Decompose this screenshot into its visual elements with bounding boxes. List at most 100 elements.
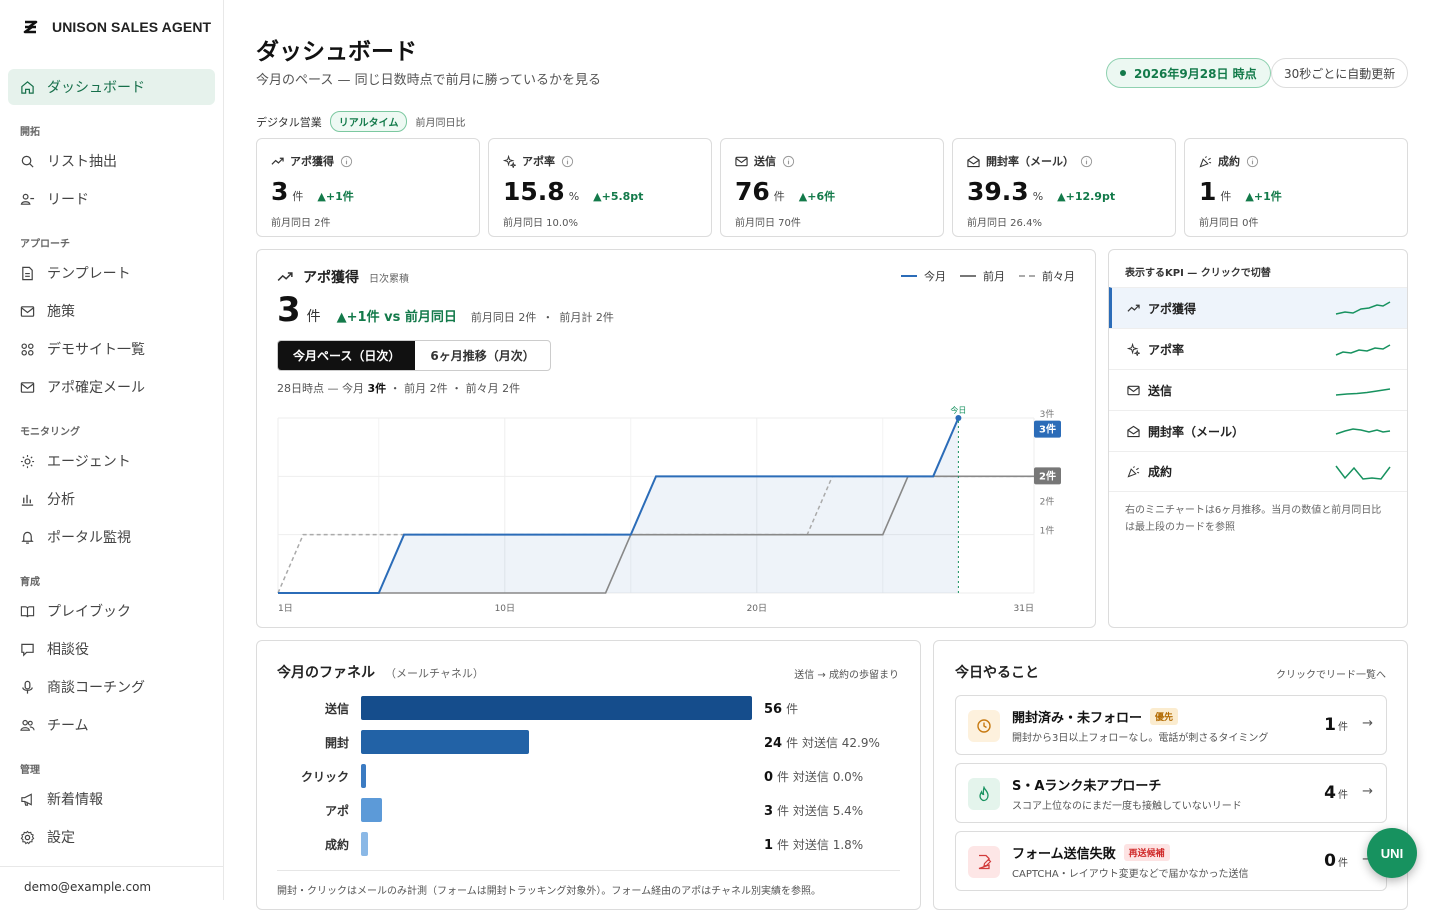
sidebar-item-team[interactable]: チーム	[8, 707, 215, 743]
sidebar-item-label: デモサイト一覧	[47, 342, 145, 358]
sidebar-item-demo-sites[interactable]: デモサイト一覧	[8, 331, 215, 367]
funnel-bar	[361, 764, 366, 788]
status-dot-icon	[1120, 70, 1126, 76]
kpi-card-sent[interactable]: 送信 76 件 ▲+6件 前月同日 70件	[720, 138, 944, 237]
series-area-current	[278, 418, 959, 593]
todo-item-title: フォーム送信失敗	[1012, 847, 1116, 862]
book-icon	[20, 605, 35, 617]
funnel-bar	[361, 730, 529, 754]
info-icon[interactable]	[1080, 155, 1093, 168]
mail-icon	[20, 381, 35, 393]
mail-open-icon	[967, 155, 980, 167]
sparkline	[1335, 301, 1391, 315]
sidebar-item-label: テンプレート	[47, 266, 131, 282]
party-icon	[1127, 466, 1140, 478]
kpi-option-sent[interactable]: 送信	[1109, 369, 1407, 410]
kpi-card-appointment-rate[interactable]: アポ率 15.8% ▲+5.8pt 前月同日 10.0%	[488, 138, 712, 237]
sidebar-item-playbook[interactable]: プレイブック	[8, 593, 215, 629]
sidebar-item-label: エージェント	[47, 454, 131, 470]
chart-caption: 28日時点 — 今月 3件 ・ 前月 2件 ・ 前々月 2件	[277, 380, 520, 396]
funnel-label: アポ	[324, 803, 349, 818]
kpi-option-appointments[interactable]: アポ獲得	[1109, 287, 1407, 328]
flame-icon	[979, 786, 989, 802]
kpi-card-deals[interactable]: 成約 1 件 ▲+1件 前月同日 0件	[1184, 138, 1408, 237]
sidebar-section-admin: 管理	[20, 765, 40, 776]
kpi-option-open-rate[interactable]: 開封率（メール）	[1109, 410, 1407, 451]
sidebar-item-templates[interactable]: テンプレート	[8, 255, 215, 291]
info-icon[interactable]	[561, 155, 574, 168]
sidebar-item-label: 相談役	[47, 642, 89, 658]
kpi-option-label: 成約	[1148, 465, 1173, 479]
big-value: 3	[277, 290, 301, 330]
funnel-value: 1件 対送信 1.8%	[764, 837, 864, 853]
todo-item-form-failed[interactable]: フォーム送信失敗 再送候補 CAPTCHA・レイアウト変更などで届かなかった送信 …	[955, 831, 1387, 891]
sparkline	[1335, 344, 1391, 356]
sidebar-item-label: 施策	[47, 304, 75, 320]
kpi-label: 開封率（メール）	[986, 155, 1074, 168]
kpi-delta: ▲+6件	[798, 190, 836, 203]
info-icon[interactable]	[1246, 155, 1259, 168]
kpi-value: 39.3	[967, 177, 1029, 206]
sidebar-item-leads[interactable]: リード	[8, 181, 215, 217]
funnel-label: 成約	[324, 837, 349, 852]
todo-item-unfollowed[interactable]: 開封済み・未フォロー 優先 開封から3日以上フォローなし。電話が刺さるタイミング …	[955, 695, 1387, 755]
kpi-card-appointments[interactable]: アポ獲得 3 件 ▲+1件 前月同日 2件	[256, 138, 480, 237]
funnel-note: 送信 → 成約の歩留まり	[794, 670, 899, 681]
todo-icon-wrap	[968, 778, 1000, 810]
tab-six-month[interactable]: 6ヶ月推移（月次）	[415, 341, 549, 370]
info-icon[interactable]	[340, 155, 353, 168]
sidebar-item-analytics[interactable]: 分析	[8, 481, 215, 517]
search-icon	[21, 155, 34, 168]
todo-count-unit: 件	[1338, 722, 1348, 733]
info-icon[interactable]	[782, 155, 795, 168]
sidebar-item-list[interactable]: リスト抽出	[8, 143, 215, 179]
tab-daily-pace[interactable]: 今月ペース（日次）	[278, 341, 416, 370]
funnel-label: 送信	[324, 701, 349, 716]
sidebar-item-portal-monitor[interactable]: ポータル監視	[8, 519, 215, 555]
trend-up-icon	[1127, 304, 1140, 312]
funnel-bar	[361, 798, 382, 822]
sidebar-item-dashboard[interactable]: ダッシュボード	[8, 69, 215, 105]
todo-title: 今日やること	[955, 665, 1039, 681]
funnel-label: 開封	[324, 735, 349, 750]
app-logo[interactable]: UNISON SALES AGENT	[22, 18, 211, 36]
sidebar-item-coaching[interactable]: 商談コーチング	[8, 669, 215, 705]
sidebar-item-campaigns[interactable]: 施策	[8, 293, 215, 329]
kpi-option-label: アポ獲得	[1148, 301, 1197, 316]
todo-item-unapproached[interactable]: S・Aランク未アプローチ スコア上位なのにまだ一度も接触していないリード 4件 …	[955, 763, 1387, 823]
big-unit: 件	[306, 309, 321, 325]
funnel-label: クリック	[300, 769, 349, 784]
compare-label: 前月同日比	[415, 118, 466, 129]
sidebar-item-appointment-mail[interactable]: アポ確定メール	[8, 369, 215, 405]
assistant-fab[interactable]: UNI	[1367, 828, 1417, 878]
date-badge-text: 2026年9月28日 時点	[1134, 66, 1257, 81]
sidebar-section-kaitaku: 開拓	[20, 127, 40, 138]
todo-link[interactable]: クリックでリード一覧へ	[1276, 666, 1386, 681]
date-badge: 2026年9月28日 時点	[1106, 58, 1271, 88]
kpi-unit: 件	[773, 190, 785, 203]
kpi-selector-note: 右のミニチャートは6ヶ月推移。当月の数値と前月同日比は最上段のカードを参照	[1125, 505, 1382, 533]
sidebar-item-agents[interactable]: エージェント	[8, 443, 215, 479]
user-email[interactable]: demo@example.com	[0, 866, 223, 907]
realtime-badge: リアルタイム	[329, 111, 408, 132]
appointments-chart-card: アポ獲得 日次累積 今月 前月 前々月 3 件 ▲+1件 vs 前月同日 前月同…	[256, 249, 1096, 628]
chart-view-toggle: 今月ペース（日次） 6ヶ月推移（月次）	[277, 340, 551, 371]
kpi-card-open-rate[interactable]: 開封率（メール） 39.3% ▲+12.9pt 前月同日 26.4%	[952, 138, 1176, 237]
sidebar-item-advisor[interactable]: 相談役	[8, 631, 215, 667]
chart-legend: 今月 前月 前々月	[901, 268, 1075, 284]
kpi-option-deals[interactable]: 成約	[1109, 451, 1407, 492]
sidebar-item-news[interactable]: 新着情報	[8, 781, 215, 817]
auto-refresh-badge[interactable]: 30秒ごとに自動更新	[1271, 58, 1409, 88]
todo-icon-wrap	[968, 710, 1000, 742]
arrow-right-icon: →	[1362, 716, 1373, 731]
caption-rest: ・ 前月 2件 ・ 前々月 2件	[389, 382, 521, 395]
y-tick-label: 1件	[1040, 525, 1055, 537]
kpi-option-appointment-rate[interactable]: アポ率	[1109, 328, 1407, 369]
arrow-right-icon: →	[1362, 784, 1373, 799]
chat-icon	[21, 643, 34, 657]
chart-tag: 日次累積	[369, 273, 409, 285]
bell-icon	[21, 531, 34, 544]
kpi-value: 15.8	[503, 177, 565, 206]
todo-count-value: 4	[1324, 783, 1336, 803]
sidebar-item-settings[interactable]: 設定	[8, 819, 215, 855]
